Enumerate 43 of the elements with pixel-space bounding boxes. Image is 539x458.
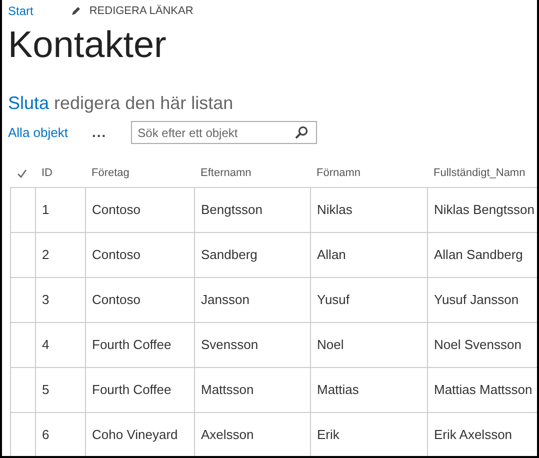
row-selector[interactable] (10, 367, 36, 412)
row-selector[interactable] (10, 232, 36, 277)
table-cell: 5 (36, 367, 86, 412)
search-field[interactable]: Sök efter ett objekt (130, 121, 317, 144)
table-cell: Mattsson (194, 367, 310, 412)
table-cell: 2 (36, 232, 86, 277)
table-cell: Svensson (194, 322, 310, 367)
stop-editing-link[interactable]: Sluta (8, 93, 50, 113)
column-header[interactable]: Efternamn (194, 160, 310, 187)
search-icon[interactable] (294, 126, 308, 139)
table-cell: Mattias (310, 367, 428, 412)
table-cell: Contoso (86, 232, 194, 277)
table-cell: 3 (36, 277, 86, 322)
table-cell: Fourth Coffee (86, 322, 194, 367)
table-cell: Fourth Coffee (86, 367, 194, 412)
more-button[interactable]: ... (92, 122, 107, 143)
table-cell: Allan (310, 232, 428, 277)
table-cell: Jansson (194, 277, 310, 322)
column-header[interactable]: ID (36, 160, 86, 187)
row-selector[interactable] (10, 187, 36, 232)
page-title: Kontakter (8, 26, 168, 63)
checkmark-icon[interactable] (16, 168, 26, 178)
table-cell: Noel (310, 322, 428, 367)
row-selector[interactable] (10, 277, 36, 322)
column-header[interactable]: Fullständigt_Namn (428, 160, 537, 187)
table-cell: Sandberg (194, 232, 310, 277)
table-cell: Niklas (310, 187, 428, 232)
table-cell: Niklas Bengtsson (428, 187, 537, 232)
table-cell: Contoso (86, 277, 194, 322)
home-link[interactable]: Start (8, 2, 34, 20)
edit-links-button[interactable]: REDIGERA LÄNKAR (71, 2, 194, 20)
table-cell: 1 (36, 187, 86, 232)
table-cell: Contoso (86, 187, 194, 232)
view-link[interactable]: Alla objekt (8, 122, 68, 142)
table-cell: Yusuf (310, 277, 428, 322)
banner-text: redigera den här listan (53, 93, 234, 113)
table-cell: 4 (36, 322, 86, 367)
column-header[interactable]: Förnamn (310, 160, 428, 187)
row-selector[interactable] (10, 412, 36, 456)
pencil-icon (71, 6, 82, 16)
row-selector[interactable] (10, 322, 36, 367)
column-header[interactable]: Företag (86, 160, 194, 187)
table-cell: Bengtsson (194, 187, 310, 232)
